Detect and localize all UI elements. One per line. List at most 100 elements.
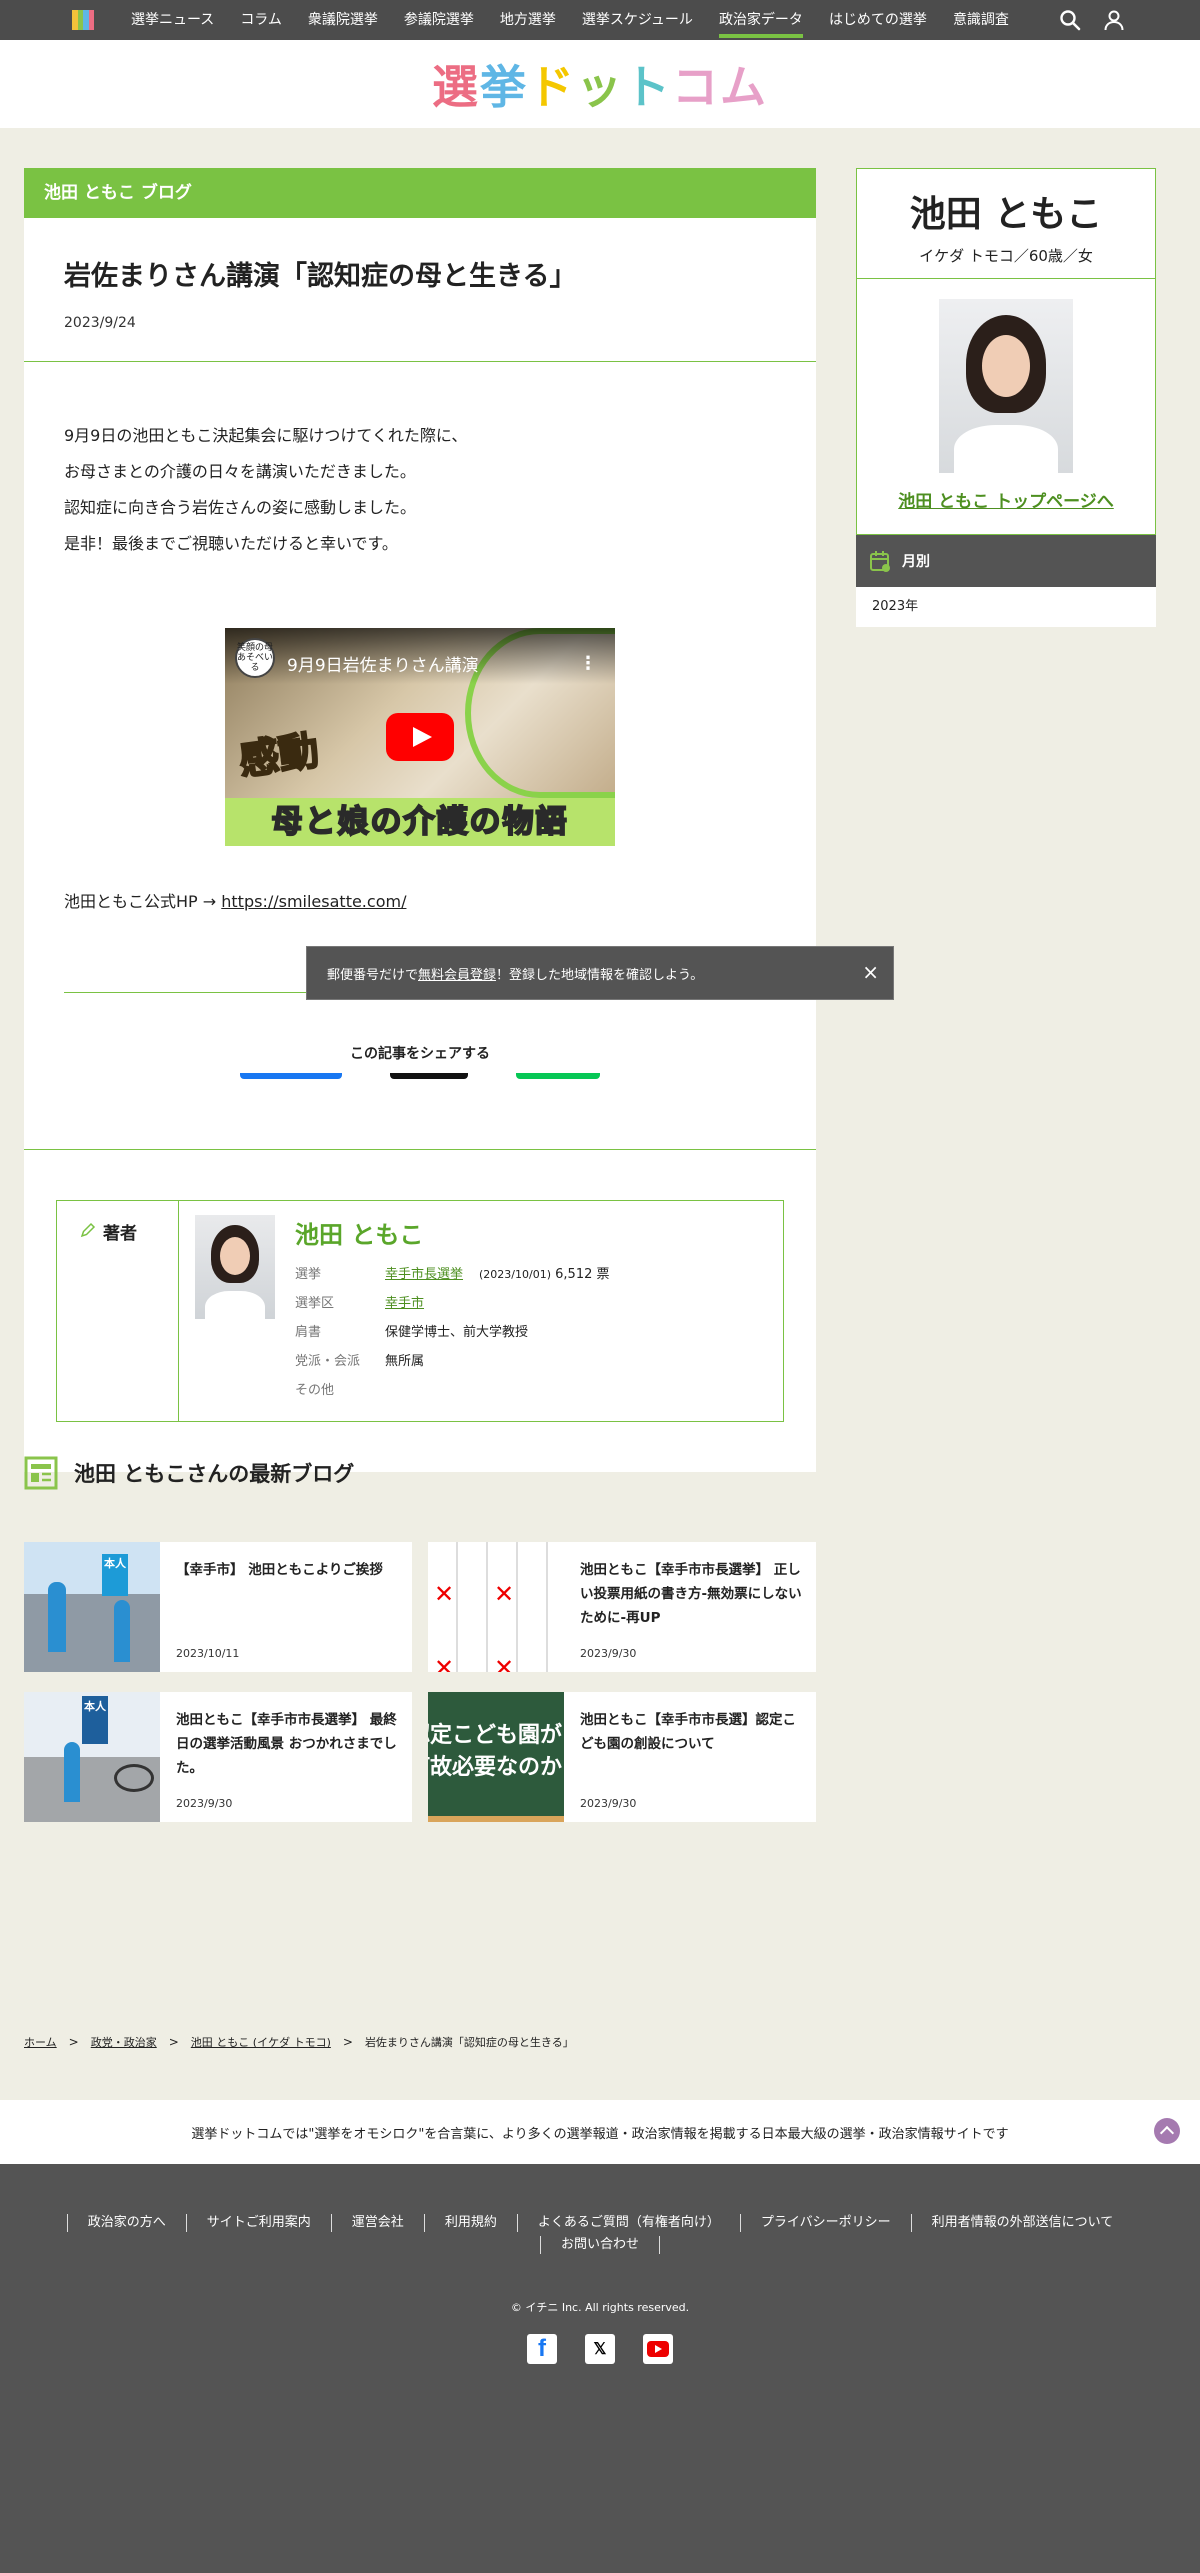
footer-link-politicians[interactable]: 政治家の方へ xyxy=(66,2214,186,2232)
blog-card-date: 2023/10/11 xyxy=(176,1647,240,1660)
footer-links: 政治家の方へ サイトご利用案内 運営会社 利用規約 よくあるご質問（有権者向け）… xyxy=(66,2214,1134,2254)
youtube-icon[interactable] xyxy=(643,2334,673,2364)
video-menu-icon[interactable]: ⋮ xyxy=(579,646,597,682)
blog-card-thumbnail: ✕ ✕ ✕ ✕ xyxy=(428,1542,564,1672)
site-logo[interactable]: 選挙ドットコム xyxy=(432,51,768,117)
article-paragraph: 認知症に向き合う岩佐さんの姿に感動しました。 xyxy=(64,498,417,517)
profile-photo-wrap: 池田 ともこ トップページへ xyxy=(857,279,1155,534)
share-x-button[interactable] xyxy=(390,1073,468,1079)
author-details: 池田 ともこ 選挙 幸手市長選挙 (2023/10/01) 6,512 票 選挙区… xyxy=(275,1201,783,1421)
vote-count: 6,512 票 xyxy=(555,1267,610,1282)
site-tagline: 選挙ドットコムでは"選挙をオモシロク"を合言葉に、より多くの選挙報道・政治家情報… xyxy=(0,2100,1200,2164)
article-date: 2023/9/24 xyxy=(64,315,136,331)
footer-link-terms[interactable]: 利用規約 xyxy=(423,2214,517,2232)
author-row-election: 選挙 幸手市長選挙 (2023/10/01) 6,512 票 xyxy=(295,1267,610,1282)
author-box: 著者 池田 ともこ 選挙 幸手市長選挙 (2023/10/01) 6,512 票… xyxy=(56,1200,784,1422)
author-row-title: 肩書 保健学博士、前大学教授 xyxy=(295,1325,529,1340)
footer: 政治家の方へ サイトご利用案内 運営会社 利用規約 よくあるご質問（有権者向け）… xyxy=(0,2164,1200,2573)
article-title: 岩佐まりさん講演「認知症の母と生きる」 xyxy=(64,261,577,292)
footer-link-faq[interactable]: よくあるご質問（有権者向け） xyxy=(516,2214,740,2232)
breadcrumb-home[interactable]: ホーム xyxy=(24,2034,57,2050)
close-icon[interactable]: × xyxy=(862,962,879,982)
top-navigation: 選挙ニュース コラム 衆議院選挙 参議院選挙 地方選挙 選挙スケジュール 政治家… xyxy=(0,0,1200,40)
video-caption: 母と娘の介護の物語 xyxy=(225,798,615,846)
video-embed[interactable]: 笑顔の母あそべいる 9月9日岩佐まりさん講演 ⋮ 感動 母と娘の介護の物語 xyxy=(225,628,615,846)
election-date: (2023/10/01) xyxy=(479,1268,551,1281)
author-section: 著者 池田 ともこ 選挙 幸手市長選挙 (2023/10/01) 6,512 票… xyxy=(24,1149,816,1472)
nav-item-politician-data[interactable]: 政治家データ xyxy=(706,0,816,40)
election-link[interactable]: 幸手市長選挙 xyxy=(385,1267,463,1282)
article-head: 岩佐まりさん講演「認知症の母と生きる」 2023/9/24 xyxy=(24,218,816,362)
share-section: この記事をシェアする xyxy=(24,993,816,1149)
nav-item-local-election[interactable]: 地方選挙 xyxy=(487,0,569,40)
footer-link-company[interactable]: 運営会社 xyxy=(330,2214,424,2232)
homepage-label: 池田ともこ公式HP → xyxy=(64,892,222,911)
author-name-link[interactable]: 池田 ともこ xyxy=(295,1215,783,1250)
homepage-line: 池田ともこ公式HP → https://smilesatte.com/ xyxy=(64,884,776,920)
nav-item-schedule[interactable]: 選挙スケジュール xyxy=(569,0,706,40)
profile-name: 池田 ともこ xyxy=(909,194,1103,235)
breadcrumb-separator: > xyxy=(342,2035,353,2049)
video-channel-avatar[interactable]: 笑顔の母あそべいる xyxy=(235,638,275,678)
blog-card-thumbnail: 本人 xyxy=(24,1692,160,1822)
latest-blogs: 池田 ともこさんの最新ブログ 本人 【幸手市】 池田ともこよりご挨拶 2023/… xyxy=(24,1456,816,1822)
logo-bar: 選挙ドットコム xyxy=(0,40,1200,128)
footer-link-external-transmission[interactable]: 利用者情報の外部送信について xyxy=(910,2214,1134,2232)
breadcrumb-separator: > xyxy=(168,2035,179,2049)
blog-card-title: 池田ともこ【幸手市市長選挙】 正しい投票用紙の書き方-無効票にしないために-再U… xyxy=(580,1562,802,1626)
breadcrumb-politicians[interactable]: 政党・政治家 xyxy=(91,2034,157,2050)
author-row-district: 選挙区 幸手市 xyxy=(295,1296,425,1311)
user-icon[interactable] xyxy=(1102,8,1126,32)
monthly-archive-header: 月別 xyxy=(856,535,1156,587)
nav-item-survey[interactable]: 意識調査 xyxy=(940,0,1022,40)
article-body: 9月9日の池田ともこ決起集会に駆けつけてくれた際に、 お母さまとの介護の日々を講… xyxy=(24,362,816,920)
back-to-top-button[interactable] xyxy=(1154,2118,1180,2144)
footer-link-privacy[interactable]: プライバシーポリシー xyxy=(739,2214,911,2232)
blog-card-thumbnail: 本人 xyxy=(24,1542,160,1672)
blog-card-thumbnail: 認定こども園が 何故必要なのか xyxy=(428,1692,564,1822)
play-button-icon[interactable] xyxy=(386,713,454,761)
video-title[interactable]: 9月9日岩佐まりさん講演 xyxy=(287,648,479,684)
blog-card-title: 池田ともこ【幸手市市長選挙】 最終日の選挙活動風景 おつかれさまでした。 xyxy=(176,1712,397,1776)
share-facebook-button[interactable] xyxy=(240,1073,342,1079)
sidebar: 池田 ともこ イケダ トモコ／60歳／女 池田 ともこ トップページへ 月別 2… xyxy=(856,168,1156,627)
article-paragraph: 9月9日の池田ともこ決起集会に駆けつけてくれた際に、 xyxy=(64,426,468,445)
profile-photo[interactable] xyxy=(939,299,1073,473)
district-link[interactable]: 幸手市 xyxy=(385,1296,424,1311)
author-row-other: その他 xyxy=(295,1383,335,1398)
blog-card[interactable]: ✕ ✕ ✕ ✕ 池田ともこ【幸手市市長選挙】 正しい投票用紙の書き方-無効票にし… xyxy=(428,1542,816,1672)
blog-card-grid: 本人 【幸手市】 池田ともこよりご挨拶 2023/10/11 ✕ ✕ ✕ ✕ 池… xyxy=(24,1542,816,1822)
search-icon[interactable] xyxy=(1058,8,1082,32)
author-photo[interactable] xyxy=(195,1215,275,1319)
nav-items: 選挙ニュース コラム 衆議院選挙 参議院選挙 地方選挙 選挙スケジュール 政治家… xyxy=(118,0,1058,40)
blog-card[interactable]: 認定こども園が 何故必要なのか 池田ともこ【幸手市市長選】認定こども園の創設につ… xyxy=(428,1692,816,1822)
homepage-link[interactable]: https://smilesatte.com/ xyxy=(221,892,406,911)
blog-header: 池田 ともこ ブログ xyxy=(24,168,816,218)
latest-blogs-heading: 池田 ともこさんの最新ブログ xyxy=(24,1456,816,1490)
profile-top-link[interactable]: 池田 ともこ トップページへ xyxy=(898,492,1114,512)
breadcrumb-politician[interactable]: 池田 ともこ (イケダ トモコ) xyxy=(191,2034,331,2050)
share-title: この記事をシェアする xyxy=(350,1046,490,1062)
profile-head: 池田 ともこ イケダ トモコ／60歳／女 xyxy=(857,169,1155,279)
profile-meta: イケダ トモコ／60歳／女 xyxy=(919,247,1093,265)
footer-link-guide[interactable]: サイトご利用案内 xyxy=(185,2214,331,2232)
share-line-button[interactable] xyxy=(516,1073,600,1079)
nav-item-column[interactable]: コラム xyxy=(227,0,295,40)
blog-card[interactable]: 本人 【幸手市】 池田ともこよりご挨拶 2023/10/11 xyxy=(24,1542,412,1672)
free-registration-link[interactable]: 無料会員登録 xyxy=(418,964,496,983)
blog-card[interactable]: 本人 池田ともこ【幸手市市長選挙】 最終日の選挙活動風景 おつかれさまでした。 … xyxy=(24,1692,412,1822)
article-paragraph: 是非！最後までご視聴いただけると幸いです。 xyxy=(64,534,398,553)
share-buttons xyxy=(24,1073,816,1079)
nav-item-lower-house[interactable]: 衆議院選挙 xyxy=(295,0,391,40)
facebook-icon[interactable]: f xyxy=(527,2334,557,2364)
nav-item-upper-house[interactable]: 参議院選挙 xyxy=(391,0,487,40)
site-mark-icon[interactable] xyxy=(72,10,94,30)
nav-item-news[interactable]: 選挙ニュース xyxy=(118,0,227,40)
footer-link-contact[interactable]: お問い合わせ xyxy=(539,2236,660,2254)
blog-card-date: 2023/9/30 xyxy=(580,1647,637,1660)
article: 岩佐まりさん講演「認知症の母と生きる」 2023/9/24 9月9日の池田ともこ… xyxy=(24,218,816,1472)
nav-item-first-election[interactable]: はじめての選挙 xyxy=(816,0,940,40)
copyright: © イチニ Inc. All rights reserved. xyxy=(510,2301,690,2314)
monthly-archive-item[interactable]: 2023年 xyxy=(856,587,1156,627)
x-icon[interactable]: 𝕏 xyxy=(585,2334,615,2364)
